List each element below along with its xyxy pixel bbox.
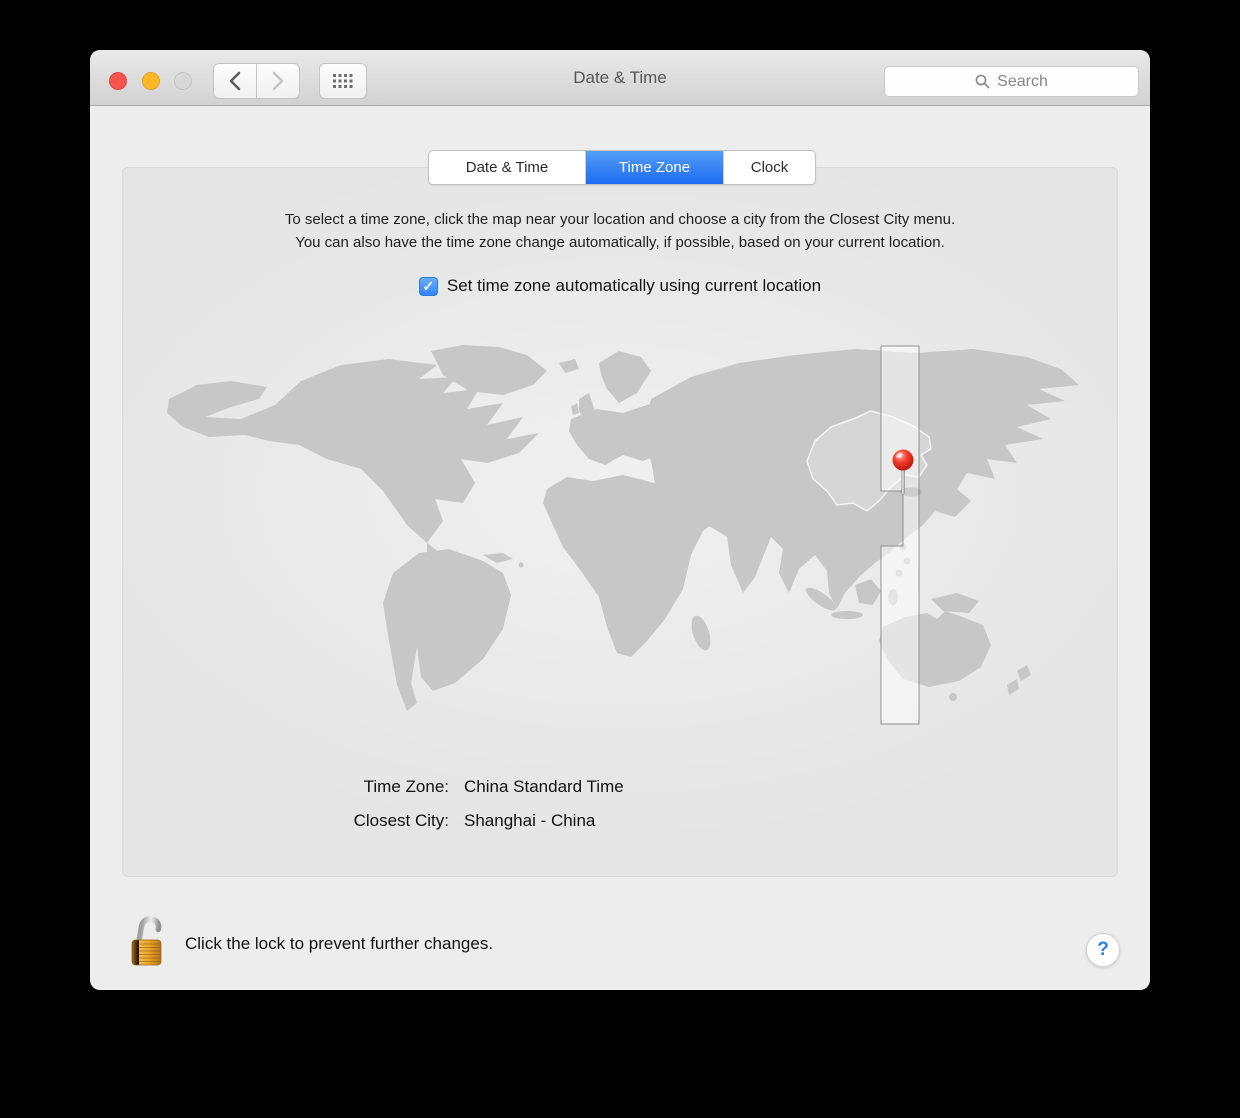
help-icon: ? [1097, 939, 1109, 960]
auto-timezone-row: ✓ Set time zone automatically using curr… [123, 276, 1117, 296]
time-zone-label: Time Zone: [363, 777, 449, 796]
forward-button[interactable] [256, 63, 300, 99]
timezone-readout: Time Zone: China Standard Time Closest C… [123, 777, 1117, 845]
closest-city-row: Closest City: Shanghai - China [123, 811, 1117, 831]
zoom-button[interactable] [174, 72, 192, 90]
lock-button[interactable] [128, 912, 168, 968]
closest-city-value: Shanghai - China [464, 811, 596, 830]
time-zone-panel: To select a time zone, click the map nea… [122, 167, 1118, 877]
unlocked-padlock-icon [131, 916, 162, 966]
title-bar[interactable]: Date & Time Search [90, 50, 1150, 106]
checkmark-icon: ✓ [422, 278, 435, 294]
date-time-preferences-window: Date & Time Search Date & Time Time Zone… [90, 50, 1150, 990]
back-button[interactable] [213, 63, 257, 99]
close-button[interactable] [109, 72, 127, 90]
back-icon [229, 71, 241, 91]
world-map[interactable] [131, 341, 1111, 761]
auto-timezone-checkbox[interactable]: ✓ [418, 276, 438, 296]
forward-icon [272, 71, 284, 91]
minimize-button[interactable] [142, 72, 160, 90]
time-zone-value: China Standard Time [464, 777, 624, 796]
show-all-button[interactable] [319, 63, 367, 99]
world-map-svg [167, 345, 1079, 725]
time-zone-row: Time Zone: China Standard Time [123, 777, 1117, 797]
lock-message: Click the lock to prevent further change… [185, 934, 494, 953]
desktop: Date & Time Search Date & Time Time Zone… [0, 0, 1240, 1118]
instructions-line-1: To select a time zone, click the map nea… [284, 211, 956, 228]
auto-timezone-label: Set time zone automatically using curren… [446, 276, 822, 295]
search-input[interactable]: Search [884, 66, 1139, 97]
tab-date-time[interactable]: Date & Time [429, 151, 586, 184]
help-button[interactable]: ? [1086, 933, 1120, 967]
tab-clock[interactable]: Clock [723, 151, 815, 184]
map-land [167, 345, 1079, 711]
tab-time-zone[interactable]: Time Zone [586, 151, 723, 184]
instructions: To select a time zone, click the map nea… [123, 208, 1117, 254]
search-placeholder: Search [997, 72, 1048, 90]
search-icon [975, 74, 990, 89]
instructions-line-2: You can also have the time zone change a… [295, 234, 945, 251]
tab-bar: Date & Time Time Zone Clock [428, 150, 816, 185]
closest-city-label: Closest City: [353, 811, 449, 830]
show-all-grid-icon [333, 74, 353, 88]
